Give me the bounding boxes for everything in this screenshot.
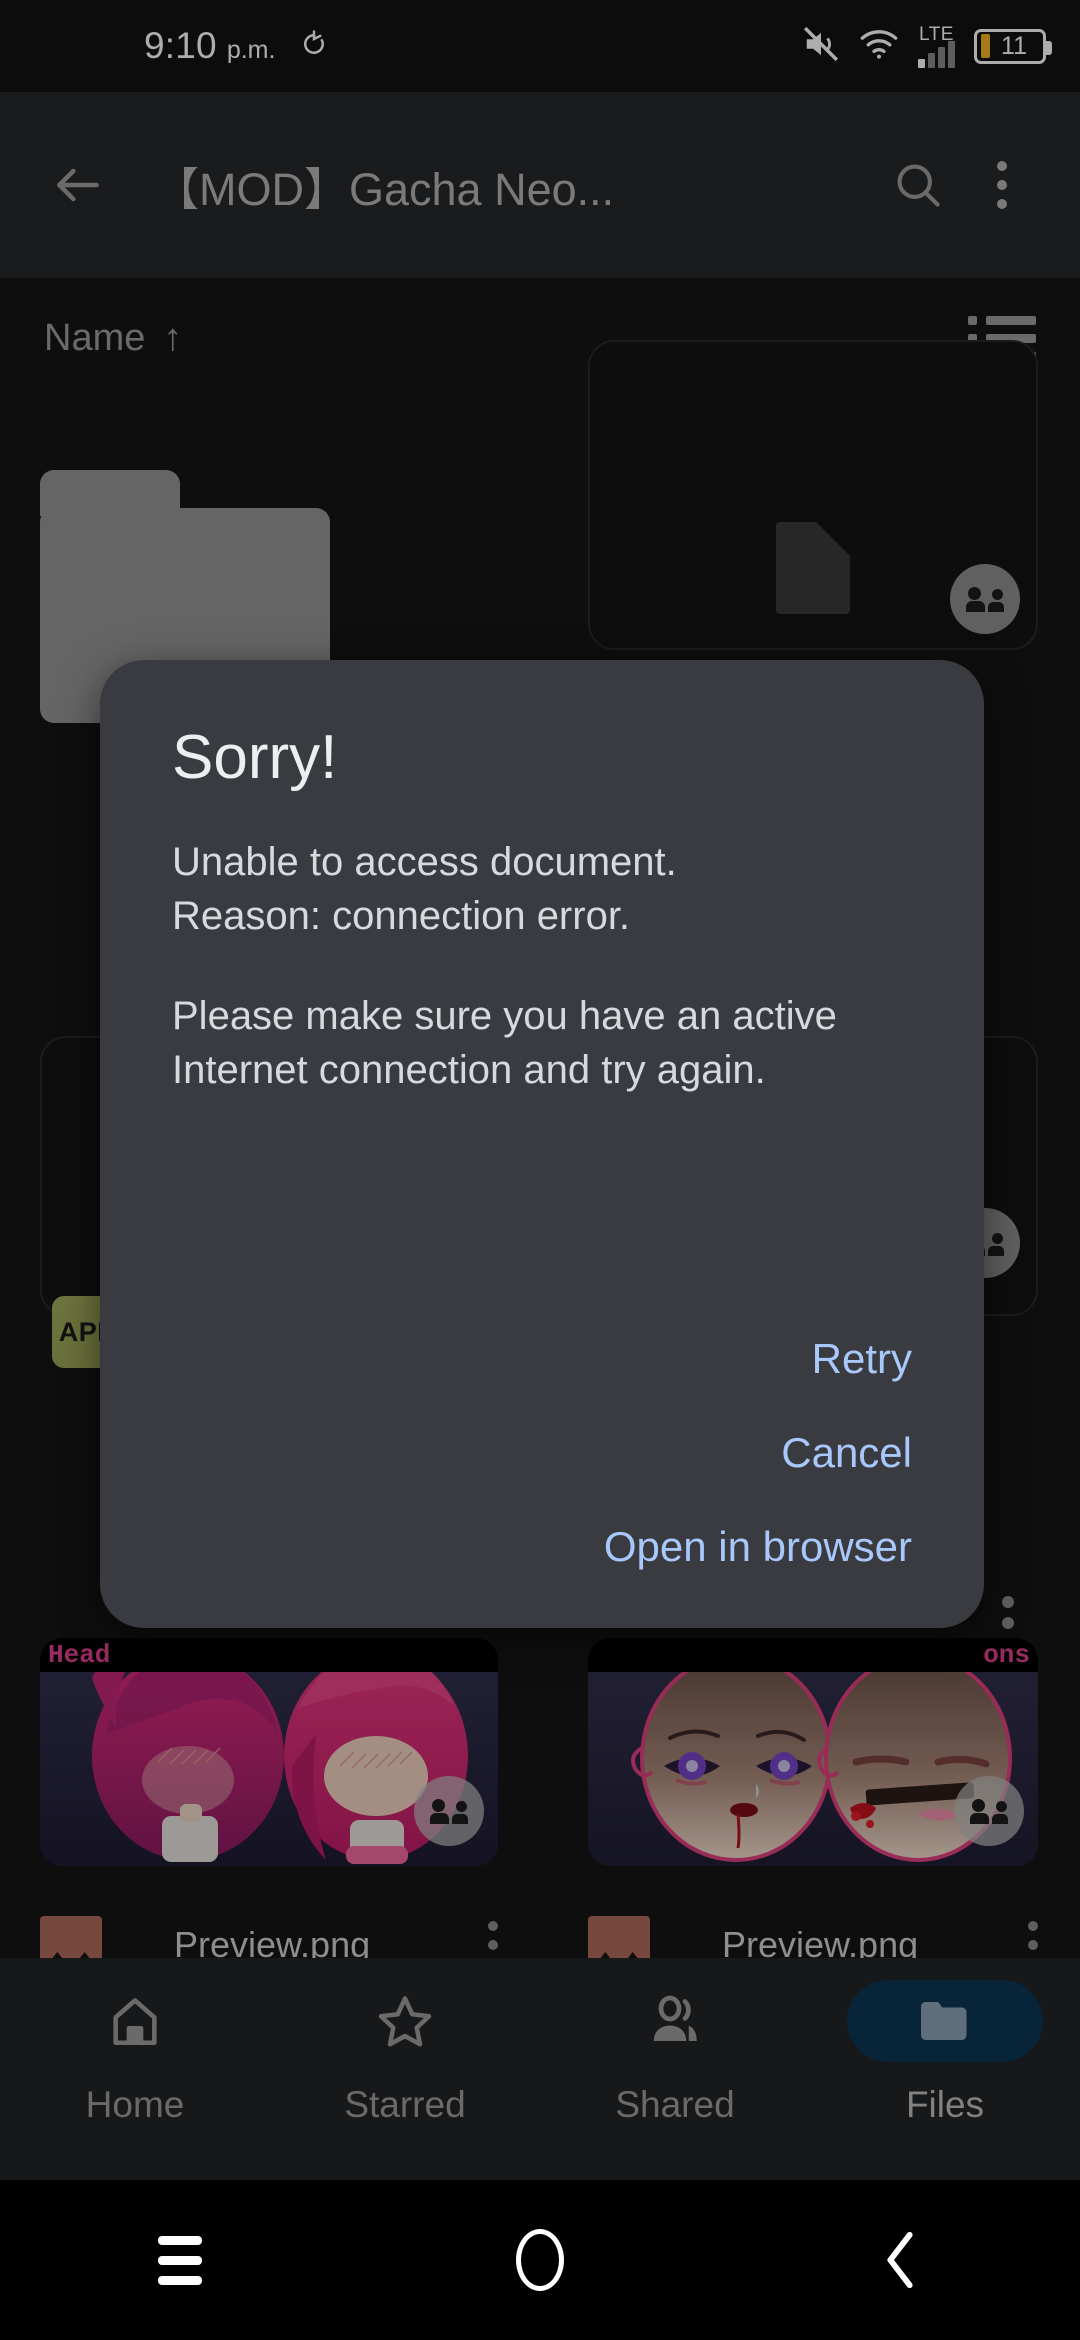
dialog-message-line-2: Reason: connection error. — [172, 894, 631, 938]
recents-icon[interactable] — [0, 2235, 360, 2285]
error-dialog: Sorry! Unable to access document. Reason… — [100, 660, 984, 1628]
dialog-message-line-3: Please make sure you have an active — [172, 994, 837, 1038]
dialog-actions: Retry Cancel Open in browser — [272, 1312, 912, 1594]
dialog-message-line-1: Unable to access document. — [172, 840, 677, 884]
screen: 9:10 p.m. LTE 11 【MOD】Gacha Neo... Name … — [0, 0, 1080, 2340]
home-circle-icon[interactable] — [360, 2229, 720, 2291]
system-navigation-bar — [0, 2180, 1080, 2340]
cancel-button[interactable]: Cancel — [272, 1406, 912, 1500]
dialog-title: Sorry! — [172, 723, 338, 792]
back-chevron-icon[interactable] — [720, 2229, 1080, 2291]
retry-button[interactable]: Retry — [272, 1312, 912, 1406]
dialog-message-line-4: Internet connection and try again. — [172, 1048, 766, 1092]
open-in-browser-button[interactable]: Open in browser — [272, 1500, 912, 1594]
dialog-message: Unable to access document. Reason: conne… — [172, 835, 930, 1097]
